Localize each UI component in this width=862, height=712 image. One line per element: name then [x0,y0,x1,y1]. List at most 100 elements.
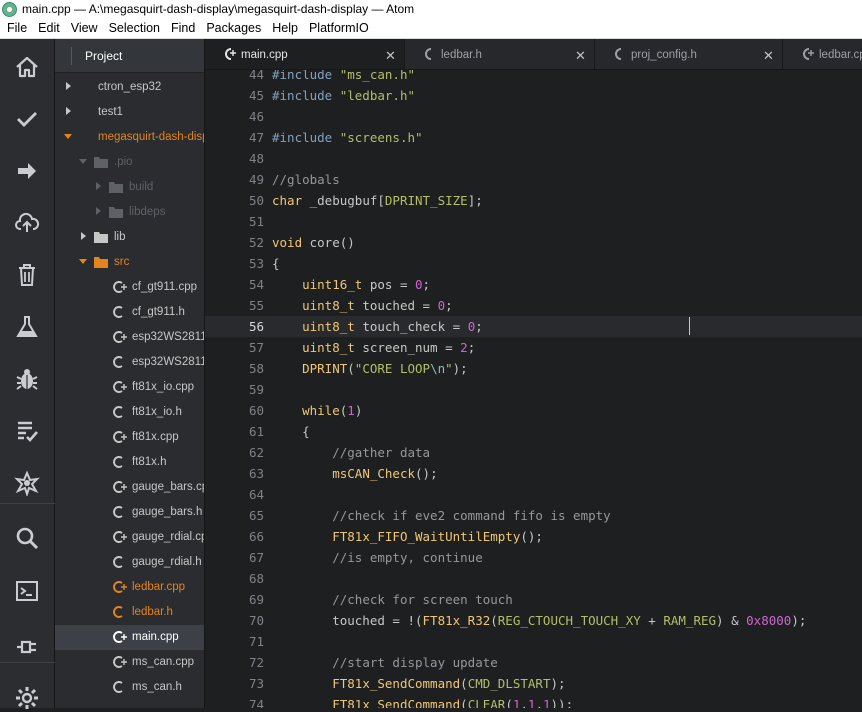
flask-icon[interactable] [13,313,41,341]
tree-item-label: megasquirt-dash-display [98,131,204,143]
tree-folder-pio[interactable]: .pio [55,150,204,175]
menu-platformio[interactable]: PlatformIO [305,19,373,38]
tree-folder-build[interactable]: build [55,175,204,200]
chevron-down-icon[interactable] [78,156,88,166]
tree-file-gauge-bars-h[interactable]: gauge_bars.h [55,500,204,525]
code-line[interactable]: 58 DPRINT("CORE LOOP\n"); [205,358,862,379]
code-line[interactable]: 50 char _debugbuf[DPRINT_SIZE]; [205,190,862,211]
menu-edit[interactable]: Edit [34,19,64,38]
chevron-right-icon[interactable] [78,231,88,241]
tree-item-label: gauge_rdial.cpp [132,531,204,543]
menu-packages[interactable]: Packages [202,19,265,38]
code-line[interactable]: 66 FT81x_FIFO_WaitUntilEmpty(); [205,526,862,547]
chevron-right-icon[interactable] [63,81,73,91]
tree-file-cf-gt911-h[interactable]: cf_gt911.h [55,300,204,325]
checklist-icon[interactable] [13,417,41,445]
code-line[interactable]: 56 uint8_t touch_check = 0; [205,316,862,337]
tab-proj-config-h[interactable]: proj_config.h ✕ [595,39,783,69]
terminal-icon[interactable] [13,577,41,605]
tree-file-ft81x-io-cpp[interactable]: ft81x_io.cpp [55,375,204,400]
code-line[interactable]: 53 { [205,253,862,274]
close-icon[interactable]: ✕ [575,48,586,64]
menu-help[interactable]: Help [268,19,302,38]
menu-selection[interactable]: Selection [105,19,164,38]
cloud-upload-icon[interactable] [13,209,41,237]
check-icon[interactable] [13,105,41,133]
arrow-right-icon[interactable] [13,157,41,185]
tree-file-main-cpp[interactable]: main.cpp [55,625,204,650]
chevron-down-icon[interactable] [63,131,73,141]
code-line[interactable]: 49 //globals [205,169,862,190]
code-line[interactable]: 70 touched = !(FT81x_R32(REG_CTOUCH_TOUC… [205,610,862,631]
code-line[interactable]: 72 //start display update [205,652,862,673]
code-line[interactable]: 61 { [205,421,862,442]
tab-ledbar-cpp[interactable]: ledbar.cpp [783,39,862,69]
menu-file[interactable]: File [3,19,31,38]
code-line[interactable]: 64 [205,484,862,505]
tree-file-ft81x-io-h[interactable]: ft81x_io.h [55,400,204,425]
tree-file-ms-can-cpp[interactable]: ms_can.cpp [55,650,204,675]
code-line[interactable]: 65 //check if eve2 command fifo is empty [205,505,862,526]
close-icon[interactable]: ✕ [385,48,396,64]
tree-file-ledbar-cpp[interactable]: ledbar.cpp [55,575,204,600]
alien-icon[interactable] [13,469,41,497]
close-icon[interactable]: ✕ [763,48,774,64]
chevron-down-icon[interactable] [78,256,88,266]
bug-icon[interactable] [13,365,41,393]
plug-icon[interactable] [13,629,41,657]
tree-folder-ctron-esp32[interactable]: ctron_esp32 [55,75,204,100]
code-line[interactable]: 69 //check for screen touch [205,589,862,610]
tab-label: ledbar.h [441,49,482,61]
code-line[interactable]: 57 uint8_t screen_num = 2; [205,337,862,358]
tree-folder-libdeps[interactable]: libdeps [55,200,204,225]
code-line[interactable]: 47 #include "screens.h" [205,127,862,148]
code-line[interactable]: 59 [205,379,862,400]
trash-icon[interactable] [13,261,41,289]
code-line[interactable]: 54 uint16_t pos = 0; [205,274,862,295]
code-editor[interactable]: 44 #include "ms_can.h" 45 #include "ledbar.… [205,70,862,708]
code-line[interactable]: 48 [205,148,862,169]
tree-folder-test1[interactable]: test1 [55,100,204,125]
code-line[interactable]: 67 //is empty, continue [205,547,862,568]
chevron-right-icon[interactable] [93,206,103,216]
tree-file-gauge-rdial-h[interactable]: gauge_rdial.h [55,550,204,575]
code-line[interactable]: 60 while(1) [205,400,862,421]
code-line[interactable]: 55 uint8_t touched = 0; [205,295,862,316]
code-line[interactable]: 74 FT81x_SendCommand(CLEAR(1,1,1)); [205,694,862,708]
code-line[interactable]: 46 [205,106,862,127]
code-line[interactable]: 45 #include "ledbar.h" [205,85,862,106]
search-icon[interactable] [13,524,41,552]
chevron-right-icon[interactable] [63,106,73,116]
tree-file-esp32ws2811-h[interactable]: esp32WS2811.h [55,350,204,375]
tree-folder-megasquirt-dash-display[interactable]: megasquirt-dash-display [55,125,204,150]
tree-file-gauge-bars-cpp[interactable]: gauge_bars.cpp [55,475,204,500]
code-line[interactable]: 52 void core() [205,232,862,253]
code-line[interactable]: 71 [205,631,862,652]
tree-file-ledbar-h[interactable]: ledbar.h [55,600,204,625]
tab-ledbar-h[interactable]: ledbar.h ✕ [405,39,595,69]
menu-view[interactable]: View [67,19,102,38]
code-line[interactable]: 44 #include "ms_can.h" [205,70,862,85]
code-line[interactable]: 63 msCAN_Check(); [205,463,862,484]
code-line[interactable]: 68 [205,568,862,589]
tree-file-cf-gt911-cpp[interactable]: cf_gt911.cpp [55,275,204,300]
tree-folder-lib[interactable]: lib [55,225,204,250]
menu-find[interactable]: Find [167,19,199,38]
tree-file-ms-can-h[interactable]: ms_can.h [55,675,204,700]
tree-file-gauge-rdial-cpp[interactable]: gauge_rdial.cpp [55,525,204,550]
code-line[interactable]: 51 [205,211,862,232]
project-tab[interactable]: Project [55,39,204,73]
tree-folder-src[interactable]: src [55,250,204,275]
code-token: ; [445,298,453,313]
tree-file-ft81x-cpp[interactable]: ft81x.cpp [55,425,204,450]
home-icon[interactable] [13,53,41,81]
code-line[interactable]: 73 FT81x_SendCommand(CMD_DLSTART); [205,673,862,694]
tree-file-esp32ws2811-cpp[interactable]: esp32WS2811.cpp [55,325,204,350]
chevron-right-icon[interactable] [93,181,103,191]
code-line[interactable]: 62 //gather data [205,442,862,463]
tree-item-label: libdeps [129,206,166,218]
tree-file-ft81x-h[interactable]: ft81x.h [55,450,204,475]
tab-main-cpp[interactable]: main.cpp ✕ [205,39,405,69]
